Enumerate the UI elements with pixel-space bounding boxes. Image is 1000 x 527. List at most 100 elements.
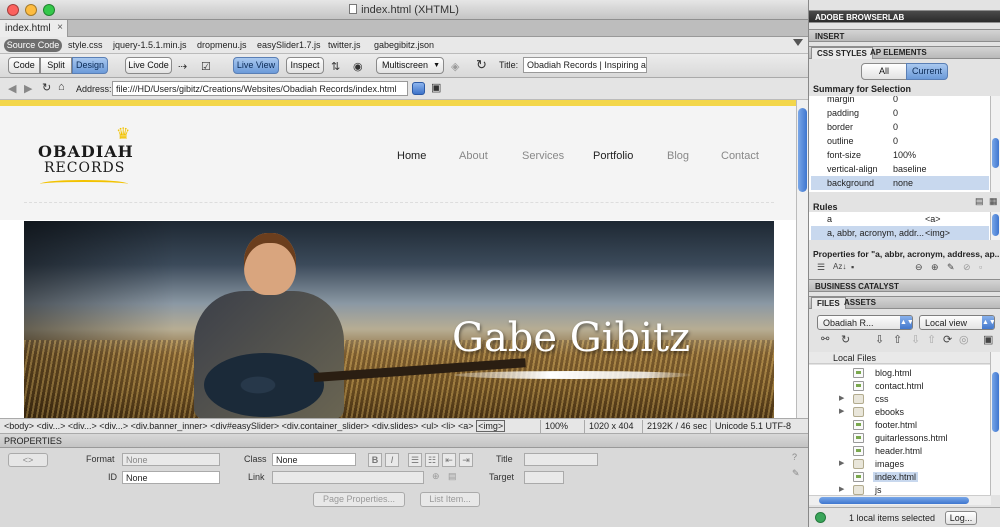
target-select[interactable] xyxy=(524,471,564,484)
list-item[interactable]: ▶ js xyxy=(809,484,987,495)
list-item[interactable]: index.html xyxy=(809,471,987,484)
list-item[interactable]: footer.html xyxy=(809,419,987,432)
alphabetical-view-icon[interactable]: Az↓ xyxy=(833,262,846,271)
scrollbar-thumb[interactable] xyxy=(992,372,999,432)
nav-blog[interactable]: Blog xyxy=(667,150,689,162)
expand-panel-icon[interactable]: ▣ xyxy=(983,333,993,346)
list-item[interactable]: padding 0 xyxy=(811,106,989,120)
tab-css-styles[interactable]: CSS STYLES xyxy=(811,47,873,59)
list-item[interactable]: ▶ css xyxy=(809,393,987,406)
scrollbar-thumb[interactable] xyxy=(819,497,969,504)
zoom-select[interactable]: 100% xyxy=(540,420,582,433)
local-files-header[interactable]: Local Files xyxy=(809,352,991,364)
delete-rule-icon[interactable]: ▫ xyxy=(979,262,982,272)
nav-portfolio[interactable]: Portfolio xyxy=(593,150,633,162)
banner-slider-image[interactable]: Gabe Gibitz xyxy=(24,221,774,418)
quick-tag-icon[interactable]: ✎ xyxy=(792,468,800,479)
category-view-icon[interactable]: ☰ xyxy=(817,262,825,273)
file-management-icon[interactable]: ⇅ xyxy=(331,60,340,73)
rules-scrollbar[interactable] xyxy=(990,212,1000,240)
tag-item[interactable]: <div...> xyxy=(99,421,128,431)
close-tab-icon[interactable]: × xyxy=(57,22,63,33)
refresh-page-icon[interactable]: ↻ xyxy=(42,81,51,94)
browse-folder-icon[interactable]: ▤ xyxy=(448,471,457,482)
business-catalyst-panel-header[interactable]: BUSINESS CATALYST xyxy=(809,279,1000,292)
live-code-button[interactable]: Live Code xyxy=(125,57,172,74)
list-item[interactable]: margin 0 xyxy=(811,96,989,106)
design-view-scrollbar[interactable] xyxy=(796,100,808,418)
tag-item[interactable]: <div#easySlider> xyxy=(210,421,279,431)
refresh-icon[interactable]: ↻ xyxy=(476,57,487,73)
list-item[interactable]: guitarlessons.html xyxy=(809,432,987,445)
new-css-rule-icon[interactable]: ⊕ xyxy=(931,262,939,273)
unordered-list-icon[interactable]: ☰ xyxy=(408,453,422,467)
split-view-button[interactable]: Split xyxy=(40,57,72,74)
tag-item[interactable]: <body> xyxy=(4,421,34,431)
get-files-icon[interactable]: ⇩ xyxy=(875,333,884,346)
list-item[interactable]: ▶ ebooks xyxy=(809,406,987,419)
live-view-button[interactable]: Live View xyxy=(233,57,279,74)
summary-scrollbar[interactable] xyxy=(990,96,1000,192)
link-input[interactable] xyxy=(272,471,424,484)
properties-panel-header[interactable]: PROPERTIES xyxy=(0,434,808,448)
check-out-icon[interactable]: ⇩ xyxy=(911,333,920,346)
files-scrollbar[interactable] xyxy=(990,352,1000,495)
multiscreen-button[interactable]: Multiscreen ▼ xyxy=(376,57,444,74)
document-tab[interactable]: index.html × xyxy=(0,20,68,37)
files-horizontal-scrollbar[interactable] xyxy=(809,495,991,505)
log-button[interactable]: Log... xyxy=(945,511,977,525)
design-view-button[interactable]: Design xyxy=(72,57,108,74)
list-item[interactable]: border 0 xyxy=(811,120,989,134)
inspect-button[interactable]: Inspect xyxy=(286,57,324,74)
list-item[interactable]: ▶ images xyxy=(809,458,987,471)
chevron-right-icon[interactable]: ▶ xyxy=(839,407,844,415)
chevron-right-icon[interactable]: ▶ xyxy=(839,394,844,402)
indent-icon[interactable]: ⇥ xyxy=(459,453,473,467)
tag-item[interactable]: <div.slides> xyxy=(372,421,419,431)
list-item[interactable]: vertical-align baseline xyxy=(811,162,989,176)
css-current-button[interactable]: Current xyxy=(906,63,948,80)
bold-button[interactable]: B xyxy=(368,453,382,467)
class-select[interactable]: None xyxy=(272,453,356,466)
design-view[interactable]: ♛ OBADIAH RECORDS Home About Services Po… xyxy=(0,100,796,418)
tag-item[interactable]: <div.banner_inner> xyxy=(131,421,208,431)
visual-aids-icon[interactable]: ◈ xyxy=(451,60,459,73)
sync-icon[interactable]: ⟳ xyxy=(943,333,952,346)
scrollbar-thumb[interactable] xyxy=(798,108,807,192)
tag-item[interactable]: <li> xyxy=(441,421,456,431)
related-file-jquery[interactable]: jquery-1.5.1.min.js xyxy=(113,40,187,50)
list-item[interactable]: outline 0 xyxy=(811,134,989,148)
address-dropdown-button[interactable] xyxy=(412,82,425,95)
forward-icon[interactable]: ▶ xyxy=(24,82,32,95)
list-item[interactable]: contact.html xyxy=(809,380,987,393)
check-browser-icon[interactable]: ⇢ xyxy=(178,60,187,73)
related-file-easyslider[interactable]: easySlider1.7.js xyxy=(257,40,321,50)
tag-item[interactable]: <div...> xyxy=(37,421,66,431)
list-item[interactable]: background none xyxy=(811,176,989,190)
point-to-file-icon[interactable]: ⊕ xyxy=(432,471,440,482)
title-prop-input[interactable] xyxy=(524,453,598,466)
list-item[interactable]: a, abbr, acronym, addr... <img> xyxy=(811,226,989,240)
chevron-right-icon[interactable]: ▶ xyxy=(839,485,844,493)
manage-site-icon[interactable]: ◎ xyxy=(959,333,969,346)
scrollbar-thumb[interactable] xyxy=(992,214,999,236)
validate-icon[interactable]: ☑ xyxy=(201,60,211,73)
italic-button[interactable]: I xyxy=(385,453,399,467)
view-select[interactable]: Local view ▲▼ xyxy=(919,315,995,330)
css-all-button[interactable]: All xyxy=(861,63,907,80)
preview-browser-icon[interactable]: ◉ xyxy=(353,60,363,73)
list-item[interactable]: blog.html xyxy=(809,367,987,380)
related-file-gabegibitz[interactable]: gabegibitz.json xyxy=(374,40,434,50)
code-view-button[interactable]: Code xyxy=(8,57,40,74)
window-size-select[interactable]: 1020 x 404 xyxy=(584,420,640,433)
source-code-button[interactable]: Source Code xyxy=(4,39,62,52)
set-properties-icon[interactable]: ▪ xyxy=(851,262,854,272)
connect-icon[interactable]: ⚯ xyxy=(821,334,829,345)
related-file-dropmenu[interactable]: dropmenu.js xyxy=(197,40,247,50)
page-properties-button[interactable]: Page Properties... xyxy=(313,492,405,507)
list-item-button[interactable]: List Item... xyxy=(420,492,480,507)
site-logo[interactable]: ♛ OBADIAH RECORDS xyxy=(38,126,148,194)
scrollbar-thumb[interactable] xyxy=(992,138,999,168)
show-info-icon[interactable]: ▦ xyxy=(989,196,998,207)
tag-item[interactable]: <div...> xyxy=(68,421,97,431)
